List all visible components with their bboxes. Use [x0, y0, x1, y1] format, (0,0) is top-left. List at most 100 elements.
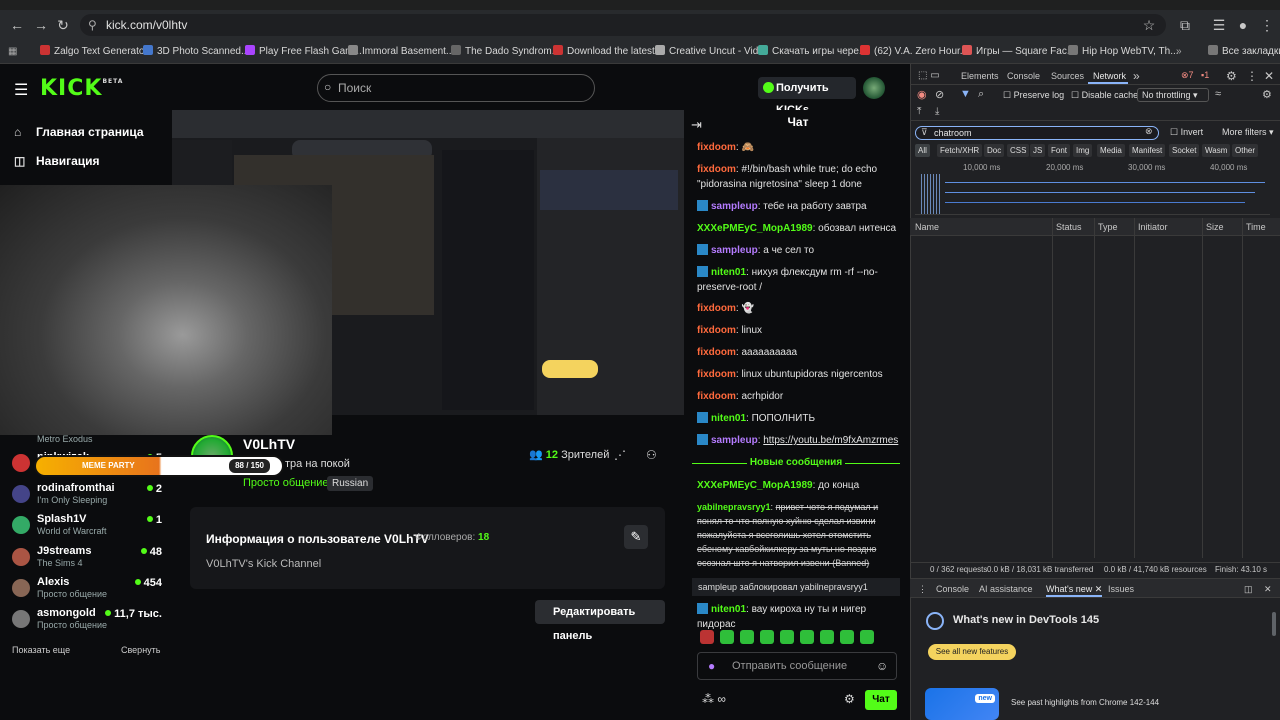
- drawer-tab-issues[interactable]: Issues: [1108, 584, 1134, 594]
- meme-party-banner[interactable]: MEME PARTY 88 / 150: [34, 455, 284, 477]
- bookmark-star-icon[interactable]: ☆: [1140, 16, 1158, 34]
- bookmark-item[interactable]: Скачать игры чере...: [758, 44, 867, 60]
- emote-icon[interactable]: [860, 630, 874, 644]
- emote-icon[interactable]: [700, 630, 714, 644]
- forward-icon[interactable]: →: [32, 16, 50, 34]
- scrollbar[interactable]: [1272, 612, 1276, 636]
- clear-filter-icon[interactable]: ⊗: [1145, 126, 1153, 137]
- share-icon[interactable]: ⋰: [614, 448, 626, 462]
- devtools-menu-icon[interactable]: ⋮: [1246, 69, 1258, 83]
- nav-browse[interactable]: ◫ Навигация: [14, 154, 100, 168]
- address-bar[interactable]: ⚲ kick.com/v0lhtv: [80, 14, 1166, 36]
- dt-tab-sources[interactable]: Sources: [1051, 71, 1084, 81]
- all-bookmarks[interactable]: Все закладки: [1208, 44, 1280, 60]
- throttle-select[interactable]: No throttling ▾: [1137, 88, 1209, 102]
- filter-type-font[interactable]: Font: [1048, 144, 1071, 157]
- past-highlights-text[interactable]: See past highlights from Chrome 142-144: [1011, 698, 1159, 707]
- extensions-icon[interactable]: ⧉: [1176, 16, 1194, 34]
- user-avatar[interactable]: [863, 77, 885, 99]
- channel-name[interactable]: V0LhTV: [243, 436, 295, 452]
- followed-channel[interactable]: J9streams The Sims 4 48: [12, 544, 162, 574]
- drawer-tab-console[interactable]: Console: [936, 584, 969, 594]
- dt-tab-elements[interactable]: Elements: [961, 71, 999, 81]
- network-filter-input[interactable]: chatroom: [915, 126, 1159, 140]
- disable-cache-checkbox[interactable]: ☐ Disable cache: [1071, 90, 1138, 101]
- record-icon[interactable]: ◉: [917, 88, 927, 101]
- close-drawer-icon[interactable]: ✕: [1264, 584, 1272, 595]
- more-filters-dropdown[interactable]: More filters ▾: [1222, 127, 1274, 138]
- drawer-tab-whats-new[interactable]: What's new ✕: [1046, 584, 1103, 597]
- col-name[interactable]: Name: [915, 222, 939, 232]
- drawer-menu-icon[interactable]: ⋮: [918, 584, 927, 595]
- network-conditions-icon[interactable]: ≈: [1215, 88, 1221, 100]
- network-settings-gear-icon[interactable]: ⚙: [1262, 88, 1272, 101]
- bookmark-item[interactable]: Creative Uncut - Vid...: [655, 44, 767, 60]
- search-icon[interactable]: ⌕: [978, 88, 984, 101]
- filter-type-all[interactable]: All: [915, 144, 930, 157]
- more-tabs-icon[interactable]: »: [1133, 69, 1140, 83]
- profile-icon[interactable]: ●: [1234, 16, 1252, 34]
- followed-channel[interactable]: rodinafromthai I'm Only Sleeping 2: [12, 481, 162, 511]
- language-tag[interactable]: Russian: [327, 476, 374, 491]
- bookmark-item[interactable]: The Dado Syndrom...: [451, 44, 560, 60]
- show-more-link[interactable]: Показать еще: [12, 645, 70, 655]
- emote-icon[interactable]: [720, 630, 734, 644]
- bookmark-item[interactable]: Игры — Square Fac...: [962, 44, 1075, 60]
- warning-count[interactable]: ▪1: [1201, 70, 1209, 80]
- stream-category[interactable]: Просто общение: [243, 477, 329, 489]
- devtools-settings-gear-icon[interactable]: ⚙: [1226, 69, 1237, 83]
- col-time[interactable]: Time: [1246, 222, 1266, 232]
- chat-send-button[interactable]: Чат: [865, 690, 897, 710]
- hamburger-menu-icon[interactable]: ☰: [14, 80, 28, 100]
- filter-type-fetch[interactable]: Fetch/XHR: [937, 144, 983, 157]
- edit-panel-button[interactable]: Редактировать панель: [535, 600, 665, 642]
- follow-user-icon[interactable]: ⚇: [646, 448, 657, 462]
- import-icon[interactable]: ⤒: [917, 106, 921, 117]
- site-info-icon[interactable]: ⚲: [88, 14, 97, 36]
- col-status[interactable]: Status: [1056, 222, 1082, 232]
- followed-channel[interactable]: Splash1V World of Warcraft 1: [12, 512, 162, 542]
- bookmark-item[interactable]: Play Free Flash Gam...: [245, 44, 362, 60]
- filter-type-media[interactable]: Media: [1097, 144, 1125, 157]
- emote-icon[interactable]: [760, 630, 774, 644]
- filter-type-manifest[interactable]: Manifest: [1129, 144, 1166, 157]
- close-icon[interactable]: ✕: [1264, 69, 1274, 83]
- filter-type-css[interactable]: CSS: [1007, 144, 1030, 157]
- emote-icon[interactable]: [780, 630, 794, 644]
- filter-type-socket[interactable]: Socket: [1169, 144, 1200, 157]
- kick-logo[interactable]: KICKBETA: [40, 76, 123, 101]
- dock-icon[interactable]: ◫: [1244, 584, 1253, 595]
- emote-icon[interactable]: [800, 630, 814, 644]
- filter-type-other[interactable]: Other: [1232, 144, 1259, 157]
- see-all-features-button[interactable]: See all new features: [928, 644, 1016, 660]
- export-icon[interactable]: ⤓: [935, 106, 939, 117]
- microphone-icon[interactable]: ●: [708, 659, 715, 673]
- followed-channel[interactable]: asmongold Просто общение 11,7 тыс.: [12, 606, 162, 636]
- bookmark-item[interactable]: Hip Hop WebTV, Th...: [1068, 44, 1179, 60]
- apps-icon[interactable]: ▦: [8, 44, 17, 60]
- search-input[interactable]: Поиск: [317, 74, 595, 102]
- drawer-tab-ai[interactable]: AI assistance: [979, 584, 1033, 594]
- edit-pencil-icon[interactable]: ✎: [624, 525, 648, 549]
- followed-channel[interactable]: Alexis Просто общение 454: [12, 575, 162, 605]
- error-count[interactable]: ⊗7: [1181, 70, 1194, 81]
- close-tab-icon[interactable]: ✕: [1095, 584, 1103, 594]
- dt-tab-console[interactable]: Console: [1007, 71, 1040, 81]
- invert-checkbox[interactable]: ☐ Invert: [1170, 127, 1203, 138]
- chat-message-input[interactable]: Отправить сообщение: [697, 652, 897, 680]
- chat-settings-gear-icon[interactable]: ⚙: [844, 692, 855, 706]
- filter-type-js[interactable]: JS: [1030, 144, 1046, 157]
- back-icon[interactable]: ←: [8, 16, 26, 34]
- col-type[interactable]: Type: [1098, 222, 1118, 232]
- inspect-icon[interactable]: ⬚ ▭: [918, 70, 940, 81]
- col-initiator[interactable]: Initiator: [1138, 222, 1168, 232]
- past-highlights-card[interactable]: new: [925, 688, 999, 720]
- clear-icon[interactable]: ⊘: [935, 88, 944, 101]
- bookmark-item[interactable]: Immoral Basement...: [348, 44, 454, 60]
- bookmark-item[interactable]: Download the latest...: [553, 44, 663, 60]
- filter-type-img[interactable]: Img: [1073, 144, 1093, 157]
- menu-icon[interactable]: ⋮: [1258, 16, 1276, 34]
- reload-icon[interactable]: ↻: [54, 16, 72, 34]
- emote-icon[interactable]: [840, 630, 854, 644]
- reading-list-icon[interactable]: ☰: [1210, 16, 1228, 34]
